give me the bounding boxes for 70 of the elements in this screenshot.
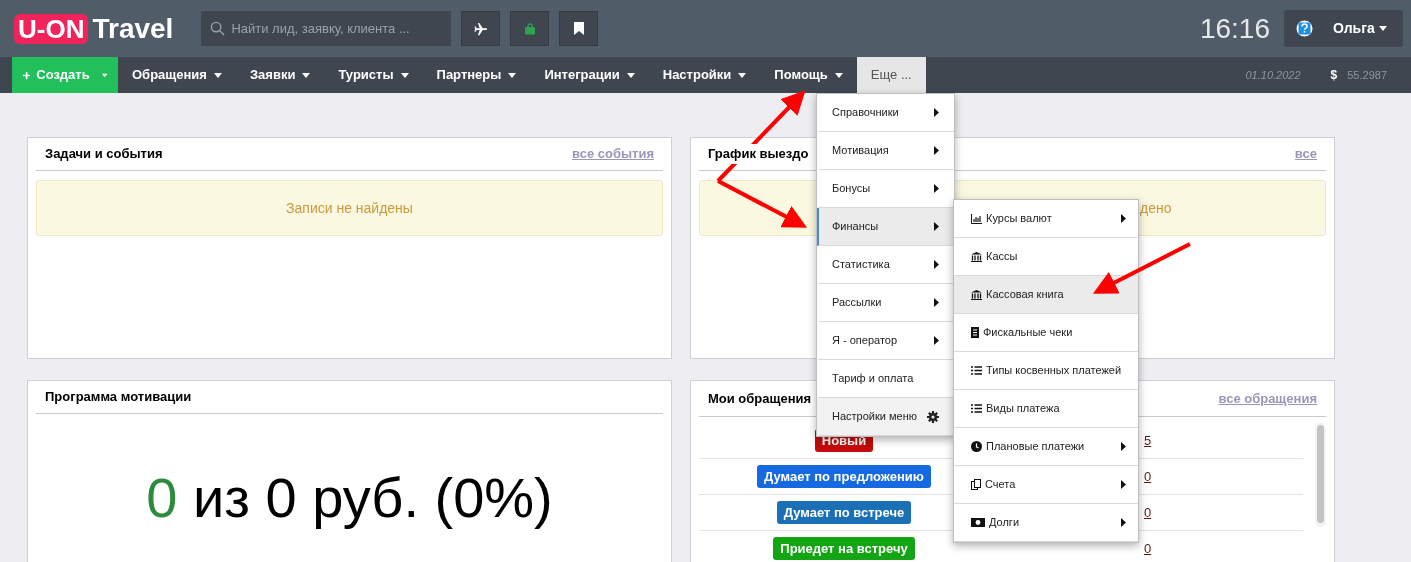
scrollbar[interactable] [1315,423,1326,527]
dropdown-menu-item[interactable]: Справочники [817,94,954,132]
list-icon [971,366,982,375]
submenu-item[interactable]: Кассы [954,238,1138,276]
bookmark-button[interactable] [559,11,599,46]
clock-icon [971,441,982,452]
dropdown-menu-item[interactable]: Статистика [817,246,954,284]
nav-menu-item[interactable]: Интеграции [530,57,649,93]
exchange-rate: 55.2987 [1347,67,1387,83]
count-link[interactable]: 0 [1144,538,1152,559]
banknote-icon [971,518,985,527]
empty-message: дено [1140,198,1172,218]
settings-icon [927,410,939,423]
nav-menu-item[interactable]: Партнеры [422,57,531,93]
help-icon [1296,20,1313,37]
submenu-item[interactable]: Виды платежа [954,390,1138,428]
submenu-item[interactable]: Кассовая книга [954,276,1138,314]
copy-icon [971,479,981,490]
clock-time: 16:16 [1199,11,1270,46]
logo-word[interactable]: Travel [92,7,174,50]
caret-icon [101,72,107,78]
submenu-item[interactable]: Фискальные чеки [954,314,1138,352]
panel-title: Задачи и события [45,145,163,164]
dropdown-menu-item[interactable]: Я - оператор [817,322,954,360]
currency-sign: $ [1330,67,1338,84]
bank-icon [971,289,982,300]
chart-icon [971,213,982,224]
dropdown-menu-item[interactable]: Финансы [817,208,954,246]
nav-menu-item[interactable]: Помощь [760,57,857,93]
nav-menu-item[interactable]: Туристы [324,57,423,93]
motivation-summary: 0 из 0 руб. (0%) [146,466,553,530]
bookmark-icon [573,22,584,35]
submenu-item[interactable]: Долги [954,504,1138,542]
plus-icon [23,69,31,81]
logo-mark[interactable]: U-ON [14,13,89,44]
count-link[interactable]: 0 [1144,502,1152,523]
submenu-item[interactable]: Курсы валют [954,200,1138,238]
caret-icon [1378,26,1387,31]
bag-button[interactable] [510,11,550,46]
submenu-item[interactable]: Типы косвенных платежей [954,352,1138,390]
dropdown-menu-item[interactable]: Настройки меню [817,398,954,436]
count-link[interactable]: 5 [1144,430,1152,451]
empty-message: Записи не найдены [286,198,413,218]
bank-icon [971,251,982,262]
nav-menu-item[interactable]: Настройки [648,57,761,93]
status-badge: Думает по предложению [757,464,931,489]
dropdown-menu-item[interactable]: Рассылки [817,284,954,322]
list-icon [971,404,982,413]
submenu-item[interactable]: Плановые платежи [954,428,1138,466]
submenu-item[interactable]: Счета [954,466,1138,504]
search-icon [210,21,226,36]
bag-icon [523,22,536,35]
date-text: 01.10.2022 [1245,67,1301,83]
count-link[interactable]: 0 [1144,466,1152,487]
panel-title: Мои обращения [708,389,812,408]
user-menu-button[interactable]: Ольга [1284,10,1403,47]
dropdown-menu-item[interactable]: Мотивация [817,132,954,170]
nav-menu-item[interactable]: Заявки [235,57,325,93]
airplane-icon [473,21,488,36]
nav-menu-item[interactable]: Еще ... [856,57,926,93]
panel-title: График выездо [708,144,809,164]
receipt-icon [971,327,979,338]
panel-title: Программа мотивации [45,388,192,407]
status-badge: Думает по встрече [776,500,912,525]
search-field[interactable]: Найти лид, заявку, клиента ... [201,11,452,46]
nav-menu-item[interactable]: Обращения [118,57,236,93]
dropdown-menu-item[interactable]: Бонусы [817,170,954,208]
flights-button[interactable] [461,11,501,46]
dropdown-menu-item[interactable]: Тариф и оплата [817,360,954,398]
status-badge: Приедет на встречу [773,536,915,561]
